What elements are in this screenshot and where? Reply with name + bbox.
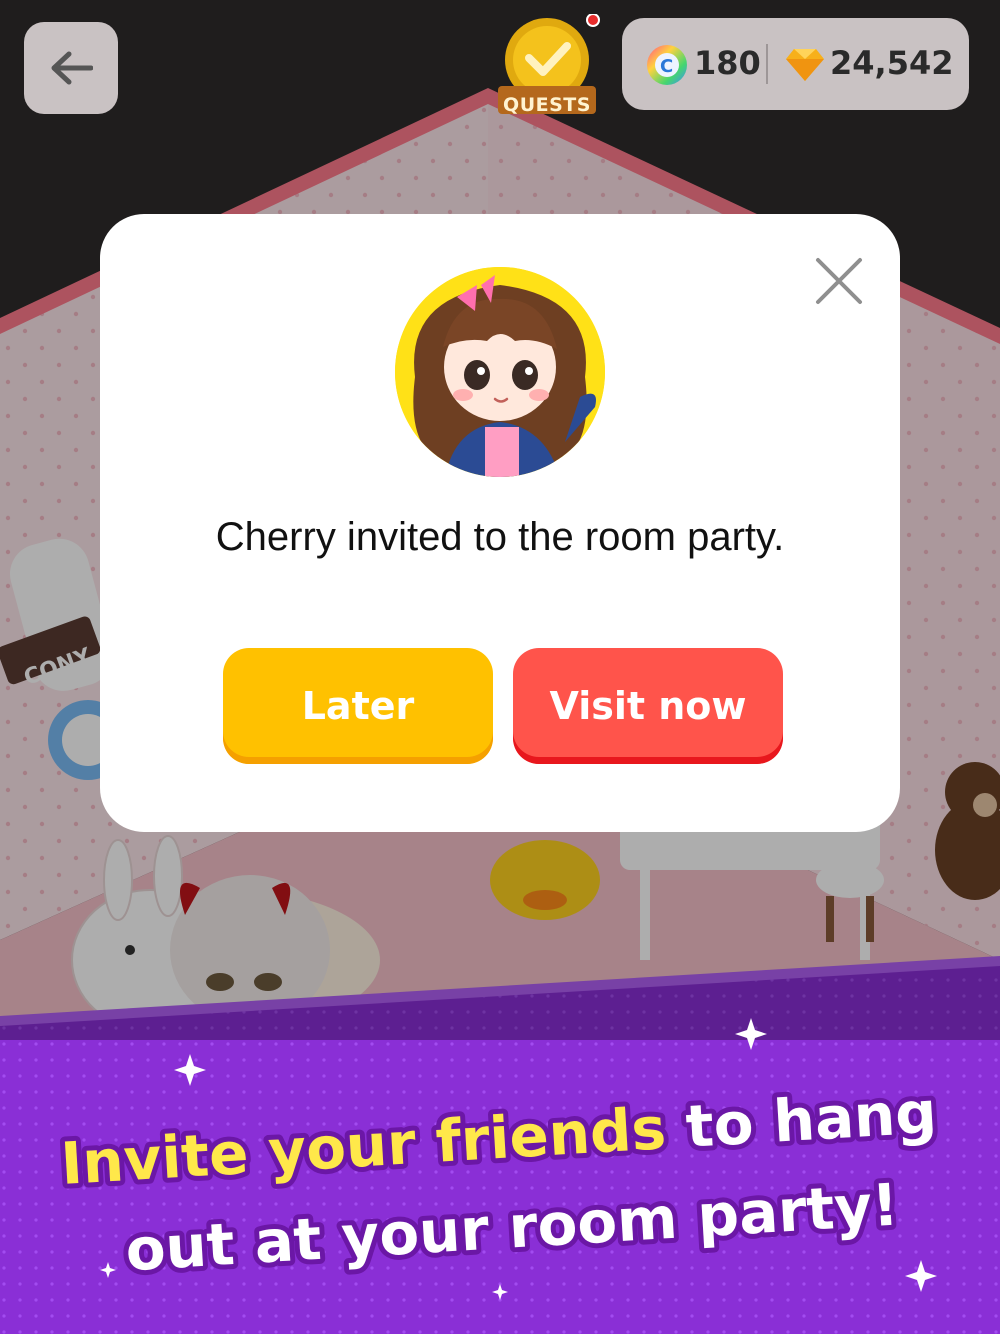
promo-line2: out at your room party! [124,1171,901,1285]
promo-tagline: Invite your friends to hang out at your … [54,1018,944,1300]
promo-highlight: Invite your friends [59,1094,668,1198]
promo-line1-rest: to hang [664,1078,939,1162]
